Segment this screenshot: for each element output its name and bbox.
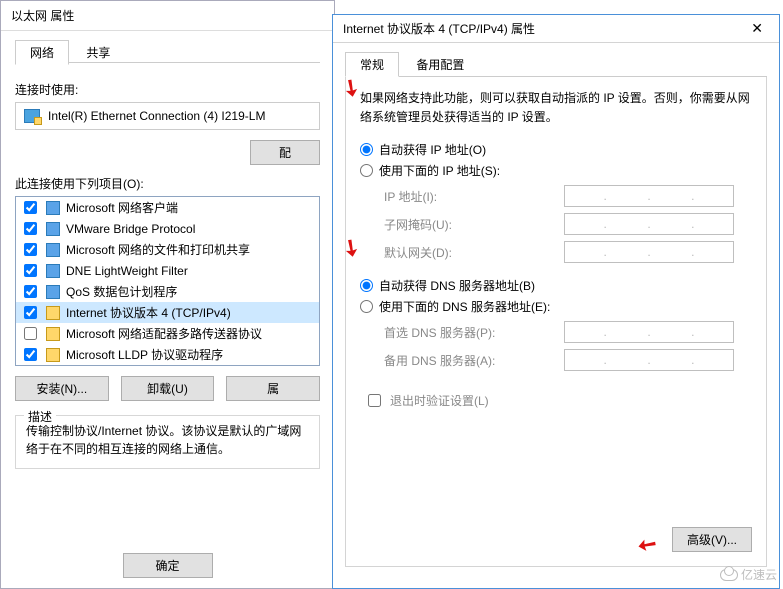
watermark: 亿速云	[720, 566, 777, 583]
ipv4-properties-dialog: Internet 协议版本 4 (TCP/IPv4) 属性 ✕ 常规 备用配置 …	[332, 14, 780, 589]
description-fieldset: 描述 传输控制协议/Internet 协议。该协议是默认的广域网络于在不同的相互…	[15, 415, 320, 469]
item-label: Microsoft 网络的文件和打印机共享	[66, 241, 250, 258]
subnet-label: 子网掩码(U):	[384, 216, 564, 233]
advanced-button[interactable]: 高级(V)...	[672, 527, 752, 552]
dns-alt-label: 备用 DNS 服务器(A):	[384, 352, 564, 369]
item-label: Microsoft 网络适配器多路传送器协议	[66, 325, 262, 342]
adapter-name: Intel(R) Ethernet Connection (4) I219-LM	[48, 109, 265, 123]
protocol-icon	[46, 306, 60, 320]
service-icon	[46, 222, 60, 236]
tab-general[interactable]: 常规	[345, 52, 399, 77]
item-checkbox[interactable]	[24, 201, 37, 214]
protocol-icon	[46, 348, 60, 362]
list-item[interactable]: Internet 协议版本 4 (TCP/IPv4)	[16, 302, 319, 323]
radio-dns-manual[interactable]	[360, 300, 373, 313]
item-checkbox[interactable]	[24, 222, 37, 235]
tab-network[interactable]: 网络	[15, 40, 69, 65]
dns-pref-field[interactable]: ...	[564, 321, 734, 343]
client-icon	[46, 201, 60, 215]
item-label: Microsoft LLDP 协议驱动程序	[66, 346, 223, 363]
ok-button[interactable]: 确定	[123, 553, 213, 578]
tab-alternate[interactable]: 备用配置	[401, 52, 479, 76]
annotation-arrow-icon: ➘	[631, 530, 663, 560]
radio-label: 使用下面的 DNS 服务器地址(E):	[379, 298, 550, 315]
item-label: Internet 协议版本 4 (TCP/IPv4)	[66, 304, 231, 321]
nic-icon	[24, 109, 40, 123]
description-legend: 描述	[24, 408, 56, 425]
radio-dns-auto[interactable]	[360, 279, 373, 292]
item-label: Microsoft 网络客户端	[66, 199, 178, 216]
info-text: 如果网络支持此功能，则可以获取自动指派的 IP 设置。否则，你需要从网络系统管理…	[360, 89, 752, 127]
item-checkbox[interactable]	[24, 243, 37, 256]
protocol-icon	[46, 327, 60, 341]
dns-pref-label: 首选 DNS 服务器(P):	[384, 324, 564, 341]
properties-button[interactable]: 属	[226, 376, 320, 401]
ip-address-label: IP 地址(I):	[384, 188, 564, 205]
item-checkbox[interactable]	[24, 285, 37, 298]
cloud-icon	[720, 569, 738, 581]
back-tabs: 网络 共享	[15, 39, 320, 63]
list-item[interactable]: Microsoft 网络的文件和打印机共享	[16, 239, 319, 260]
item-label: DNE LightWeight Filter	[66, 264, 188, 278]
validate-checkbox[interactable]	[368, 394, 381, 407]
ipv4-title: Internet 协议版本 4 (TCP/IPv4) 属性	[343, 20, 535, 37]
ethernet-properties-dialog: 以太网 属性 网络 共享 连接时使用: Intel(R) Ethernet Co…	[0, 0, 335, 589]
radio-label: 自动获得 IP 地址(O)	[379, 141, 486, 158]
radio-ip-manual[interactable]	[360, 164, 373, 177]
uninstall-button[interactable]: 卸载(U)	[121, 376, 215, 401]
service-icon	[46, 243, 60, 257]
install-button[interactable]: 安装(N)...	[15, 376, 109, 401]
service-icon	[46, 285, 60, 299]
list-item[interactable]: DNE LightWeight Filter	[16, 260, 319, 281]
service-icon	[46, 264, 60, 278]
radio-label: 使用下面的 IP 地址(S):	[379, 162, 500, 179]
item-label: QoS 数据包计划程序	[66, 283, 177, 300]
front-tabs: 常规 备用配置	[345, 51, 767, 77]
item-checkbox[interactable]	[24, 327, 37, 340]
item-checkbox[interactable]	[24, 348, 37, 361]
ip-address-field[interactable]: ...	[564, 185, 734, 207]
description-text: 传输控制协议/Internet 协议。该协议是默认的广域网络于在不同的相互连接的…	[26, 422, 309, 458]
dns-alt-field[interactable]: ...	[564, 349, 734, 371]
configure-button[interactable]: 配	[250, 140, 320, 165]
close-icon[interactable]: ✕	[745, 20, 769, 37]
item-checkbox[interactable]	[24, 264, 37, 277]
radio-label: 自动获得 DNS 服务器地址(B)	[379, 277, 535, 294]
annotation-arrow-icon: ➘	[336, 232, 366, 264]
radio-ip-auto[interactable]	[360, 143, 373, 156]
list-item[interactable]: Microsoft 网络客户端	[16, 197, 319, 218]
item-label: VMware Bridge Protocol	[66, 222, 195, 236]
gateway-field[interactable]: ...	[564, 241, 734, 263]
list-item[interactable]: Microsoft LLDP 协议驱动程序	[16, 344, 319, 365]
subnet-field[interactable]: ...	[564, 213, 734, 235]
adapter-box: Intel(R) Ethernet Connection (4) I219-LM	[15, 102, 320, 130]
list-item[interactable]: VMware Bridge Protocol	[16, 218, 319, 239]
connect-using-label: 连接时使用:	[15, 81, 320, 98]
items-label: 此连接使用下列项目(O):	[15, 175, 320, 192]
list-item[interactable]: Microsoft 网络适配器多路传送器协议	[16, 323, 319, 344]
watermark-text: 亿速云	[741, 566, 777, 583]
tab-share[interactable]: 共享	[71, 40, 125, 64]
protocol-list[interactable]: Microsoft 网络客户端 VMware Bridge Protocol M…	[15, 196, 320, 366]
validate-label: 退出时验证设置(L)	[390, 392, 489, 409]
ethernet-title: 以太网 属性	[1, 1, 334, 31]
item-checkbox[interactable]	[24, 306, 37, 319]
list-item[interactable]: QoS 数据包计划程序	[16, 281, 319, 302]
gateway-label: 默认网关(D):	[384, 244, 564, 261]
